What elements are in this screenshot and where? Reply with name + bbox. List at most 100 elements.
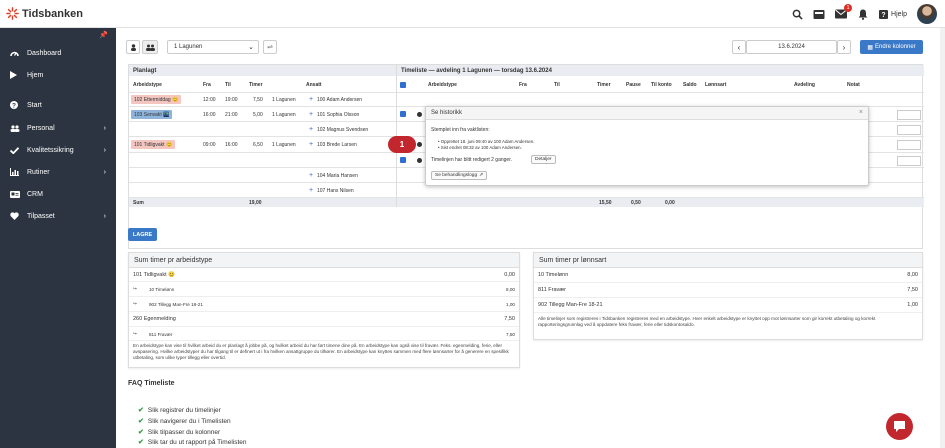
notat-field[interactable] [897, 140, 921, 150]
chevron-down-icon: ⌄ [248, 44, 254, 51]
person-view-button[interactable] [126, 40, 140, 54]
faq-link[interactable]: ✔ Slik registrer du timelinjer [138, 406, 221, 415]
planned-ansatt: 104 Maria Hansen [317, 173, 358, 179]
notat-field[interactable] [897, 125, 921, 135]
col-tl-fra: Fra [519, 82, 527, 88]
sidebar-item-rutiner[interactable]: Rutiner › [0, 163, 116, 181]
col-tl-notat: Notat [847, 82, 860, 88]
heart-icon [10, 212, 22, 220]
col-arbeidstype: Arbeidstype [133, 82, 162, 88]
faq-link[interactable]: ✔ Slik tilpasser du kolonner [138, 428, 220, 437]
help-link[interactable]: ? Hjelp [879, 9, 907, 19]
select-all-checkbox[interactable] [400, 82, 406, 88]
worktype-chip[interactable]: 103 Senvakt 🌃 [131, 110, 173, 119]
scrollbar[interactable] [940, 28, 945, 448]
check-icon: ✔ [138, 407, 144, 414]
planned-ansatt: 101 Sophia Olsson [317, 112, 360, 118]
planned-avdeling: 1 Lagunen [272, 112, 296, 118]
sidebar-item-start[interactable]: ? Start [0, 96, 116, 114]
list-item-value: 7,50 [907, 287, 918, 293]
worktype-chip[interactable]: 102 Ettermiddag 😊 [131, 95, 182, 104]
history-bullet: • Sist endret 08:32 av 100 Adam Andersen… [438, 145, 522, 150]
list-item-label: 811 Fravær [149, 332, 173, 337]
people-icon [145, 44, 155, 51]
info-icon[interactable] [417, 142, 422, 147]
sidebar-item-crm[interactable]: CRM [0, 185, 116, 203]
sidebar-item-personal[interactable]: Personal › [0, 119, 116, 137]
faq-link[interactable]: ✔ Slik tar du ut rapport på Timelisten [138, 438, 247, 447]
filter-icon: ⇌ [267, 44, 273, 51]
group-view-button[interactable] [142, 40, 158, 54]
filter-button[interactable]: ⇌ [263, 40, 277, 54]
details-button-label: Detaljer [535, 157, 552, 162]
sidebar-item-dashboard[interactable]: Dashboard [0, 44, 116, 62]
notat-field[interactable] [897, 156, 921, 166]
popover-title-text: Se historikk [431, 110, 463, 116]
stamped-text: Stemplet inn fra vaktlisten: [431, 127, 490, 133]
add-icon[interactable]: + [309, 96, 313, 103]
table-row[interactable]: 102 Ettermiddag 😊 12:00 19:00 7,50 1 Lag… [129, 92, 924, 106]
save-button[interactable]: LAGRE [128, 228, 157, 241]
planned-timer: 5,00 [253, 112, 263, 118]
worktype-chip[interactable]: 101 Tidligvakt 😊 [131, 140, 176, 149]
chevron-left-icon: ‹ [737, 42, 741, 52]
bell-icon[interactable] [857, 8, 869, 20]
add-icon[interactable]: + [309, 187, 313, 194]
sidebar-item-label: Dashboard [27, 49, 62, 57]
col-tl-timer: Timer [597, 82, 611, 88]
prev-date-button[interactable]: ‹ [732, 40, 746, 54]
planned-timer: 6,50 [253, 142, 263, 148]
see-log-button[interactable]: Se behandlingslogg ⇗ [431, 171, 488, 180]
notification-badge: 1 [844, 4, 853, 12]
help-circle-icon: ? [10, 101, 22, 109]
info-icon[interactable] [417, 158, 422, 163]
list-item-label: 101 Tidligvakt 😊 [133, 272, 176, 278]
logo[interactable]: Tidsbanken [6, 7, 83, 20]
mail-icon[interactable]: 1 [835, 4, 853, 20]
add-icon[interactable]: + [309, 111, 313, 118]
row-checkbox[interactable] [400, 111, 406, 117]
col-ansatt: Ansatt [306, 82, 322, 88]
inbox-icon[interactable] [813, 8, 825, 20]
faq-link-label: Slik registrer du timelinjer [147, 406, 221, 414]
sidebar-item-kvalitetssikring[interactable]: Kvalitetssikring › [0, 141, 116, 159]
chart-icon [10, 168, 22, 176]
col-tl-lonnsart: Lønnsart [705, 82, 727, 88]
faq-link[interactable]: ✔ Slik navigerer du i Timelisten [138, 417, 231, 426]
close-icon[interactable]: × [859, 109, 863, 116]
sidebar-item-hjem[interactable]: Hjem [0, 66, 116, 84]
add-icon[interactable]: + [309, 126, 313, 133]
pin-icon[interactable]: 📌 [99, 31, 108, 39]
history-bullet-text: Opprettet 18. juni 09:40 av 100 Adam And… [440, 139, 535, 144]
col-tl-tilkonto: Til konto [651, 82, 672, 88]
sum-pause: 0,50 [631, 200, 641, 206]
timeliste-header: Timeliste — avdeling 1 Lagunen — torsdag… [396, 65, 924, 76]
list-item-value: 7,50 [506, 332, 515, 337]
top-bar: Tidsbanken 1 ? Hjelp [0, 0, 945, 28]
list-item: ↪ 811 Fravær 7,50 [129, 327, 519, 341]
avatar[interactable] [917, 4, 937, 24]
popover-title: Se historikk × [426, 107, 868, 120]
date-field[interactable]: 13.6.2024 [746, 40, 837, 54]
info-icon[interactable] [417, 112, 422, 117]
add-icon[interactable]: + [309, 172, 313, 179]
col-til: Til [225, 82, 231, 88]
row-checkbox[interactable] [400, 157, 406, 163]
chat-button[interactable] [886, 413, 913, 440]
sidebar-item-tilpasset[interactable]: Tilpasset › [0, 207, 116, 225]
change-columns-button[interactable]: ▦ Endre kolonner [860, 40, 923, 54]
date-value: 13.6.2024 [778, 44, 805, 50]
add-icon[interactable]: + [309, 141, 313, 148]
change-columns-label: Endre kolonner [874, 44, 916, 50]
next-date-button[interactable]: › [837, 40, 851, 54]
planned-ansatt: 102 Magnus Svendsen [317, 127, 369, 133]
step-marker: 1 [388, 136, 416, 153]
planned-til: 21:00 [225, 112, 238, 118]
planned-fra: 12:00 [203, 97, 216, 103]
search-icon[interactable] [791, 8, 803, 20]
check-icon: ✔ [138, 439, 144, 446]
notat-field[interactable] [897, 110, 921, 120]
sum-row: Sum 19,00 15,50 0,50 0,00 [129, 197, 924, 207]
details-button[interactable]: Detaljer [531, 155, 556, 164]
department-select[interactable]: 1 Lagunen ⌄ [167, 40, 259, 54]
